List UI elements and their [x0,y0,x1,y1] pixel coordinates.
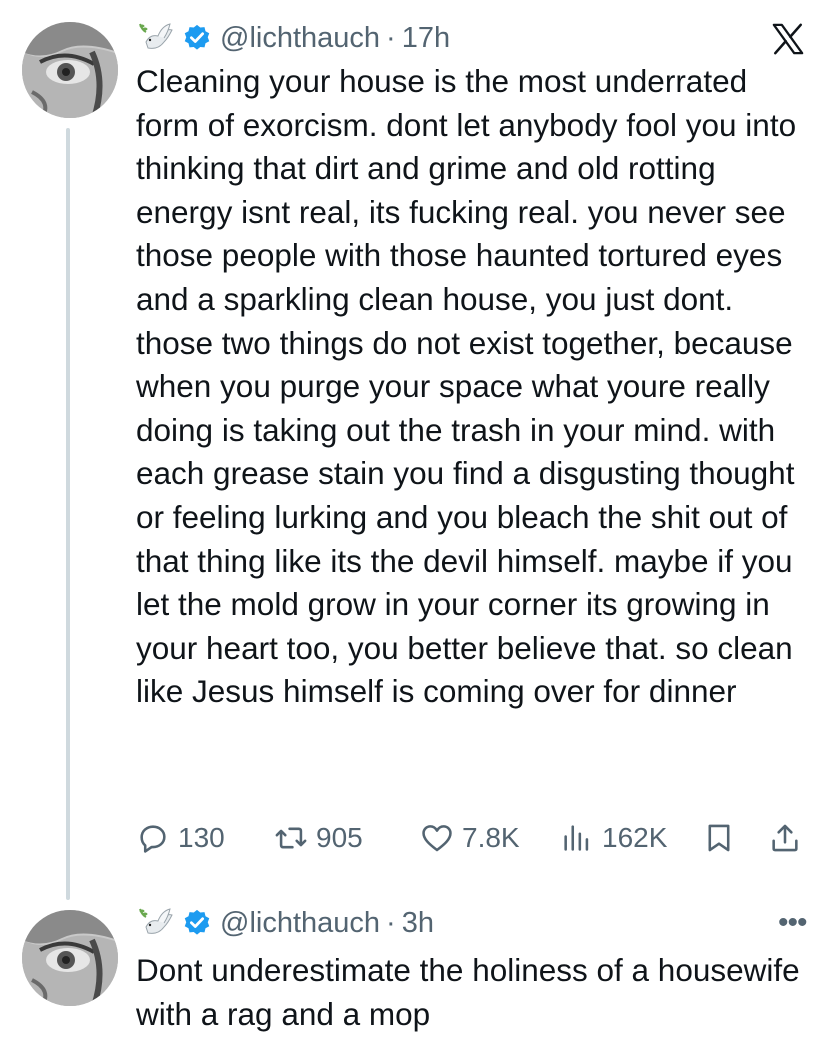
tweet-header: @lichthauch · 17h [136,18,450,58]
user-handle[interactable]: @lichthauch [220,22,380,55]
avatar[interactable] [22,22,118,118]
timestamp[interactable]: 17h [402,22,450,55]
views-count: 162K [602,822,668,853]
tweet-text: Dont underestimate the holiness of a hou… [136,952,800,1032]
repost-button[interactable]: 905 [274,816,363,860]
statue-face-image [22,910,118,1006]
separator-dot: · [386,906,396,939]
share-icon [772,824,798,852]
x-logo-icon[interactable] [770,22,806,56]
user-handle[interactable]: @lichthauch [220,907,380,940]
views-chart-icon [564,825,589,851]
dove-emoji-icon [139,23,173,49]
reply-button[interactable]: 130 [136,816,225,860]
statue-face-image [22,22,118,118]
timestamp[interactable]: 3h [402,907,434,940]
reply-count: 130 [178,822,225,853]
avatar[interactable] [22,910,118,1006]
bookmark-icon [708,824,730,852]
bookmark-button[interactable] [702,816,736,860]
verified-badge-icon [184,909,210,935]
reply-icon [140,825,166,853]
views-button[interactable]: 162K [560,816,667,860]
share-button[interactable] [768,816,802,860]
more-options-icon[interactable]: ••• [778,908,807,938]
like-count: 7.8K [462,822,520,853]
like-button[interactable]: 7.8K [420,816,520,860]
repost-count: 905 [316,822,363,853]
thread-line [66,128,70,900]
tweet-text: Cleaning your house is the most underrat… [136,63,797,710]
dove-emoji-icon [139,908,173,934]
tweet-header: @lichthauch · 3h [136,903,434,943]
separator-dot: · [386,21,396,54]
verified-badge-icon [184,24,210,50]
repost-icon [275,827,307,849]
tweet-actions: 130 905 7.8K 162K [136,816,808,860]
heart-icon [422,825,452,852]
